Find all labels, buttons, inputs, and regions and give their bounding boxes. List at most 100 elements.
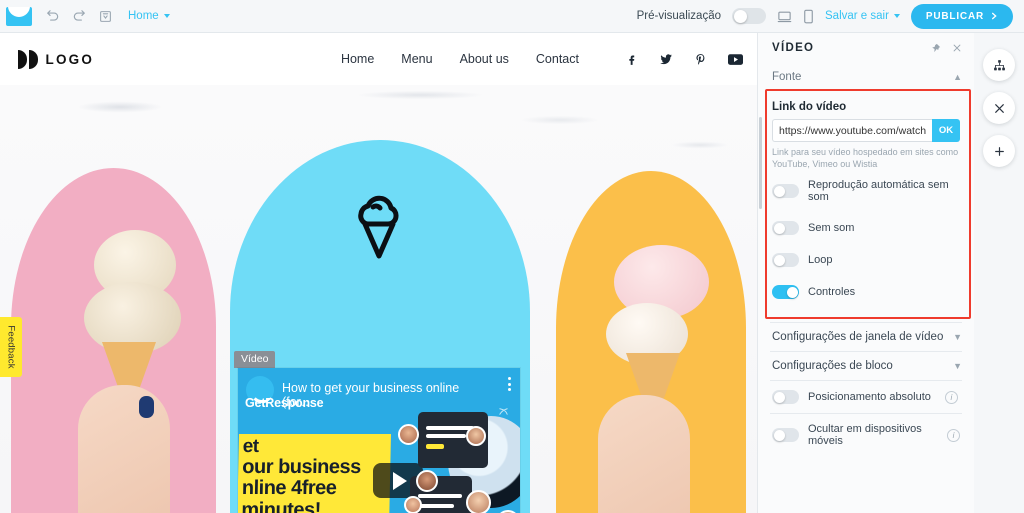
editor-app: Home Pré-visualização Salvar e sair PUBL…	[0, 0, 1024, 513]
site-logo-text: LOGO	[45, 51, 95, 67]
hide-mobile-label: Ocultar em dispositivos móveis	[808, 423, 922, 448]
toggle-row-hide-mobile[interactable]: Ocultar em dispositivos móveis i	[758, 414, 974, 456]
chevron-up-icon: ▲	[953, 72, 962, 82]
absolute-position-label: Posicionamento absoluto	[808, 391, 931, 404]
icecream-photo-left	[56, 230, 221, 513]
section-video-window-label: Configurações de janela de vídeo	[772, 331, 944, 344]
nav-item-about[interactable]: About us	[460, 52, 509, 66]
right-icon-rail	[974, 33, 1024, 513]
topbar-right-group: Pré-visualização Salvar e sair PUBLICAR	[636, 3, 1024, 29]
editor-topbar: Home Pré-visualização Salvar e sair PUBL…	[0, 0, 1024, 33]
toggle-row-controls[interactable]: Controles	[758, 276, 974, 308]
page-selector-label: Home	[128, 10, 159, 22]
chevron-down-icon	[163, 14, 170, 18]
video-link-label: Link do vídeo	[772, 101, 847, 113]
info-icon[interactable]: i	[947, 428, 960, 442]
desktop-icon[interactable]	[777, 9, 792, 24]
mute-label: Sem som	[808, 222, 855, 235]
toggle-row-loop[interactable]: Loop	[758, 244, 974, 276]
section-block[interactable]: Configurações de bloco ▼	[758, 352, 974, 380]
pin-icon[interactable]	[931, 43, 941, 53]
panel-header: VÍDEO	[758, 33, 974, 63]
autoplay-toggle[interactable]	[772, 184, 799, 199]
undo-icon[interactable]	[40, 3, 66, 29]
nav-item-home[interactable]: Home	[341, 52, 374, 66]
video-widget[interactable]: Vídeo How to get your business online (f…	[234, 351, 520, 513]
toggle-row-autoplay[interactable]: Reprodução automática sem som	[758, 170, 974, 212]
panel-scrollbar[interactable]	[759, 117, 762, 209]
redo-icon[interactable]	[66, 3, 92, 29]
video-widget-tag: Vídeo	[234, 351, 276, 368]
chevron-down-icon: ▼	[953, 332, 962, 343]
video-headline: et our business nline 4free minutes!	[238, 434, 391, 513]
mute-toggle[interactable]	[772, 221, 799, 236]
close-icon[interactable]	[952, 43, 962, 53]
logo-mark-icon	[18, 49, 38, 69]
section-block-label: Configurações de bloco	[772, 360, 893, 373]
plus-icon[interactable]	[983, 135, 1015, 167]
avatar-bubble	[404, 496, 422, 513]
chevron-right-icon	[992, 12, 997, 20]
topbar-left-group: Home	[0, 3, 170, 29]
video-player-frame[interactable]: How to get your business online (for… Ge…	[238, 368, 520, 513]
avatar-bubble	[416, 470, 438, 492]
loop-label: Loop	[808, 254, 833, 267]
save-and-exit-button[interactable]: Salvar e sair	[825, 10, 900, 22]
toggle-row-absolute-position[interactable]: Posicionamento absoluto i	[758, 381, 974, 413]
close-icon[interactable]	[983, 92, 1015, 124]
save-and-exit-label: Salvar e sair	[825, 10, 889, 22]
site-navbar: LOGO Home Menu About us Contact	[0, 33, 757, 85]
autoplay-label: Reprodução automática sem som	[808, 179, 949, 204]
video-settings-panel: VÍDEO Fonte ▲ Link do vídeo OK Link para…	[757, 33, 974, 513]
nav-item-menu[interactable]: Menu	[401, 52, 432, 66]
preview-toggle-knob	[733, 9, 747, 23]
hand	[598, 395, 690, 513]
section-fonte[interactable]: Fonte ▲	[758, 63, 974, 91]
video-brand: GetResponse	[245, 396, 324, 410]
video-link-row: OK	[758, 119, 974, 142]
loop-toggle[interactable]	[772, 253, 799, 268]
toggle-row-mute[interactable]: Sem som	[758, 212, 974, 244]
controls-label: Controles	[808, 286, 856, 299]
video-link-input[interactable]	[772, 119, 932, 142]
video-link-ok-button[interactable]: OK	[932, 119, 960, 142]
hand	[78, 385, 170, 513]
controls-toggle[interactable]	[772, 285, 799, 300]
headline-line-4: minutes!	[241, 498, 321, 513]
feedback-tab[interactable]: Feedback	[0, 317, 22, 377]
facebook-icon[interactable]	[625, 53, 638, 66]
headline-line-1: et	[242, 436, 259, 457]
site-logo[interactable]: LOGO	[18, 49, 95, 69]
pinterest-icon[interactable]	[694, 53, 707, 66]
kebab-menu-icon[interactable]	[508, 377, 511, 391]
info-icon[interactable]: i	[944, 390, 958, 404]
avatar-bubble	[466, 490, 491, 513]
preview-label: Pré-visualização	[636, 10, 721, 22]
mail-envelope-icon[interactable]	[6, 6, 32, 26]
preview-toggle[interactable]	[732, 8, 766, 24]
headline-line-2: our business	[242, 456, 362, 479]
social-links	[625, 52, 743, 66]
twitter-icon[interactable]	[659, 52, 673, 66]
icecream-photo-right	[584, 245, 744, 513]
section-video-window[interactable]: Configurações de janela de vídeo ▼	[758, 323, 974, 351]
absolute-position-toggle[interactable]	[772, 390, 799, 405]
panel-header-actions	[931, 43, 962, 53]
ice-cream-cone-icon	[350, 186, 408, 260]
site-canvas: LOGO Home Menu About us Contact Vídeo Ho…	[0, 33, 757, 513]
panel-title: VÍDEO	[772, 42, 815, 54]
feedback-tab-label: Feedback	[5, 325, 17, 369]
hide-mobile-toggle[interactable]	[772, 428, 799, 443]
publish-label: PUBLICAR	[925, 10, 984, 22]
video-link-hint: Link para seu vídeo hospedado em sites c…	[772, 147, 959, 169]
nail-polish	[139, 396, 154, 418]
sitemap-icon[interactable]	[983, 49, 1015, 81]
headline-line-3: nline 4free	[241, 477, 337, 500]
page-selector[interactable]: Home	[128, 10, 170, 22]
mobile-icon[interactable]	[803, 9, 814, 24]
site-nav-links: Home Menu About us Contact	[341, 52, 579, 66]
youtube-icon[interactable]	[728, 53, 743, 65]
publish-button[interactable]: PUBLICAR	[910, 3, 1013, 29]
nav-item-contact[interactable]: Contact	[536, 52, 579, 66]
floppy-save-icon[interactable]	[92, 3, 118, 29]
